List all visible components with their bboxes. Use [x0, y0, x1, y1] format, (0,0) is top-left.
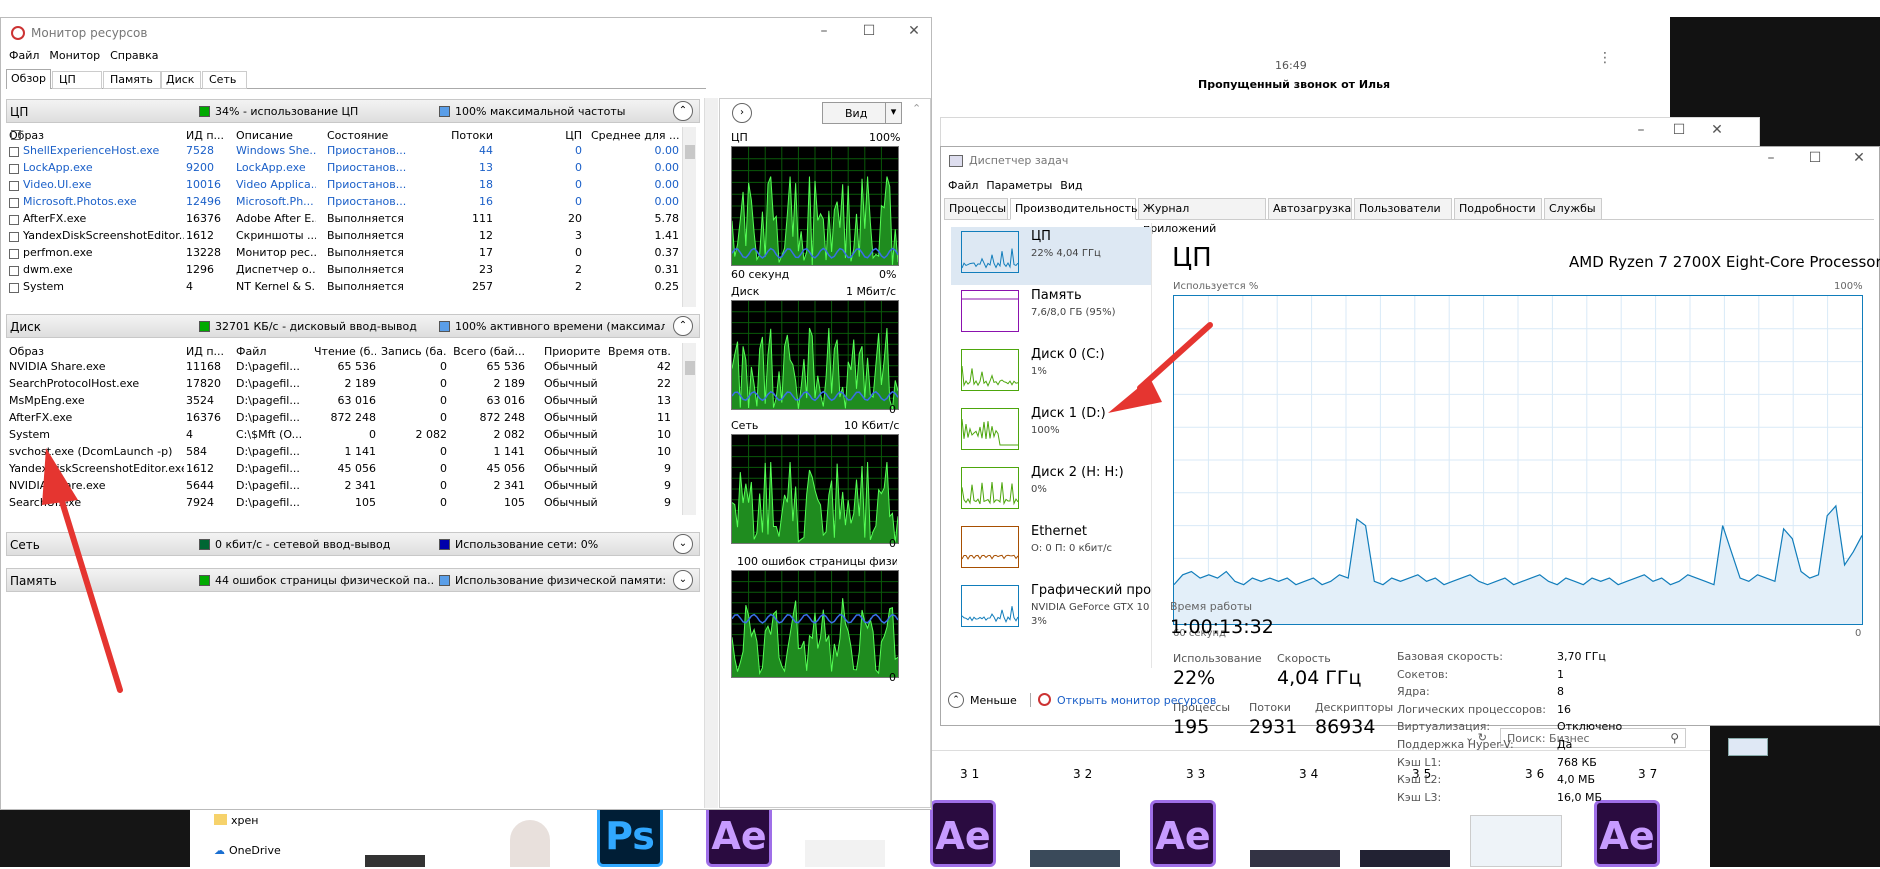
annotation-arrows	[42, 322, 1213, 693]
arrow-left	[57, 492, 123, 693]
arrow-right	[1137, 322, 1213, 391]
arrow-left-head	[42, 448, 78, 505]
arrow-right-head	[1108, 378, 1162, 413]
